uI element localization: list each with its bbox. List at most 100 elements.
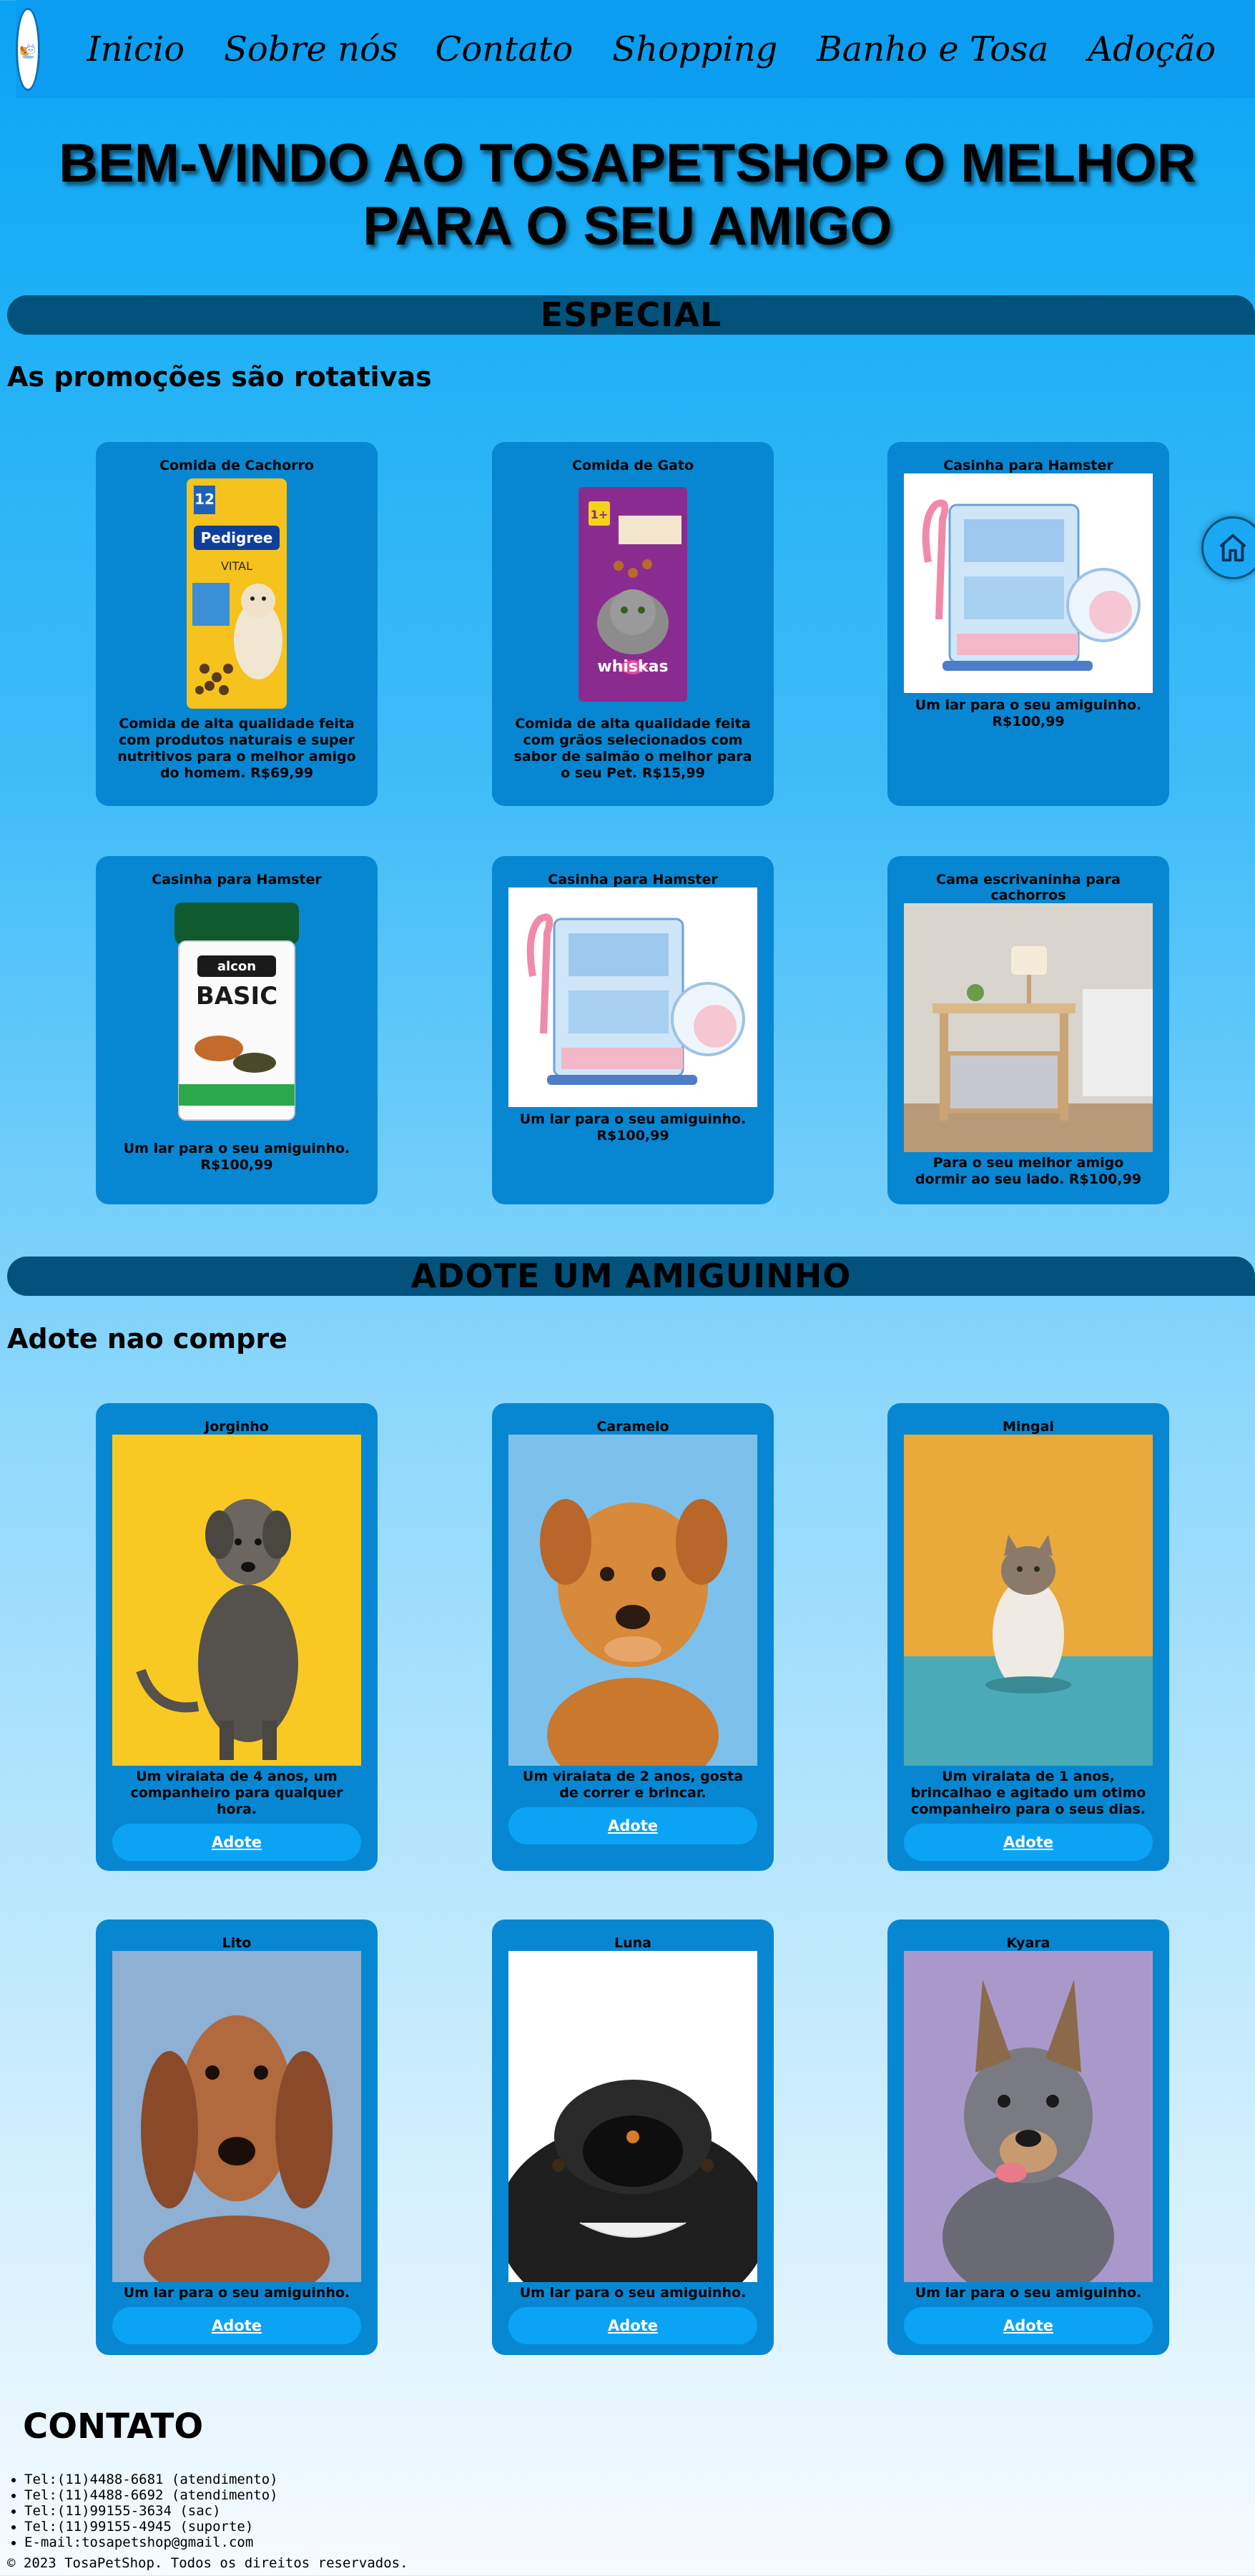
pet-card[interactable]: Lito Um lar para o seu amiguinho. Adote bbox=[96, 1919, 378, 2355]
product-title: Casinha para Hamster bbox=[152, 872, 322, 888]
cat-photo-icon bbox=[904, 1535, 1153, 1766]
pet-photo bbox=[508, 1435, 757, 1766]
adopt-button[interactable]: Adote bbox=[904, 2307, 1153, 2344]
product-card[interactable]: Comida de Gato 1+ whiskas Comida de alta… bbox=[492, 442, 774, 806]
product-card[interactable]: Casinha para Hamster alcon BASIC Um lar … bbox=[96, 856, 378, 1204]
pet-name: Jorginho bbox=[205, 1419, 269, 1435]
dog-photo-icon bbox=[540, 1499, 727, 1766]
hamster-cage-icon bbox=[922, 499, 1141, 671]
product-image bbox=[904, 473, 1153, 693]
product-description: Um lar para o seu amiguinho. R$100,99 bbox=[519, 1111, 747, 1144]
nav-links: Inicio Sobre nós Contato Shopping Banho … bbox=[87, 29, 1255, 69]
pet-card[interactable]: Jorginho Um viralata de 4 anos, um compa… bbox=[96, 1403, 378, 1871]
pet-photo bbox=[904, 1435, 1153, 1766]
pet-card[interactable]: Luna Um lar para o seu amiguinho. Adote bbox=[492, 1919, 774, 2355]
product-card[interactable]: Comida de Cachorro 12 Pedigree VITAL Com… bbox=[96, 442, 378, 806]
product-description: Para o seu melhor amigo dormir ao seu la… bbox=[915, 1155, 1142, 1187]
whiskas-bag-icon: 1+ whiskas bbox=[579, 486, 687, 702]
dog-photo-icon bbox=[943, 1980, 1114, 2282]
adopt-button[interactable]: Adote bbox=[904, 1824, 1153, 1861]
footer-copyright: © 2023 TosaPetShop. Todos os direitos re… bbox=[7, 2555, 408, 2571]
nav-link-shopping[interactable]: Shopping bbox=[612, 29, 777, 69]
contact-item: Tel:(11)99155-4945 (suporte) bbox=[24, 2519, 278, 2535]
nav-link-adocao[interactable]: Adoção bbox=[1088, 29, 1216, 69]
product-title: Comida de Cachorro bbox=[159, 458, 314, 473]
contact-email[interactable]: E-mail:tosapetshop@gmail.com bbox=[24, 2535, 278, 2550]
special-section-bar: ESPECIAL bbox=[7, 295, 1255, 335]
svg-text:Pedigree: Pedigree bbox=[201, 529, 273, 546]
pet-photo bbox=[508, 1951, 757, 2282]
product-image bbox=[508, 888, 757, 1107]
pet-name: Luna bbox=[614, 1935, 651, 1951]
petshop-logo[interactable] bbox=[16, 7, 40, 91]
home-icon bbox=[1219, 534, 1246, 562]
product-title: Casinha para Hamster bbox=[943, 458, 1113, 473]
pet-description: Um viralata de 2 anos, gosta de correr e… bbox=[522, 1769, 744, 1801]
contact-heading: CONTATO bbox=[23, 2407, 204, 2447]
pet-description: Um lar para o seu amiguinho. bbox=[915, 2285, 1142, 2301]
dog-photo-icon bbox=[141, 2015, 333, 2282]
svg-text:whiskas: whiskas bbox=[597, 658, 668, 676]
product-card[interactable]: Cama escrivaninha para cachorros Para o … bbox=[887, 856, 1169, 1204]
product-card[interactable]: Casinha para Hamster Um lar para o seu a… bbox=[492, 856, 774, 1204]
pet-description: Um lar para o seu amiguinho. bbox=[519, 2285, 747, 2301]
pet-description: Um viralata de 4 anos, um companheiro pa… bbox=[130, 1769, 343, 1817]
pet-photo bbox=[904, 1951, 1153, 2282]
product-description: Comida de alta qualidade feita com produ… bbox=[117, 716, 356, 781]
contact-item: Tel:(11)4488-6681 (atendimento) bbox=[24, 2472, 278, 2487]
pedigree-bag-icon: 12 Pedigree VITAL bbox=[187, 478, 287, 709]
contact-item: Tel:(11)4488-6692 (atendimento) bbox=[24, 2487, 278, 2503]
nav-link-sobre-nos[interactable]: Sobre nós bbox=[224, 29, 398, 69]
pet-card[interactable]: Mingal Um viralata de 1 anos, brincalhao… bbox=[887, 1403, 1169, 1871]
logo-cat-dog-icon bbox=[18, 39, 38, 59]
hero-title: BEM-VINDO AO TOSAPETSHOP O MELHOR PARA O… bbox=[0, 132, 1255, 258]
svg-text:alcon: alcon bbox=[217, 959, 256, 974]
product-image: alcon BASIC bbox=[112, 888, 361, 1138]
adopt-button[interactable]: Adote bbox=[508, 1807, 757, 1844]
pet-description: Um lar para o seu amiguinho. bbox=[123, 2285, 350, 2301]
product-image: 12 Pedigree VITAL bbox=[112, 473, 361, 713]
pet-description: Um viralata de 1 anos, brincalhao e agit… bbox=[910, 1769, 1146, 1817]
adopt-button[interactable]: Adote bbox=[112, 2307, 361, 2344]
pet-name: Mingal bbox=[1003, 1419, 1054, 1435]
svg-text:VITAL: VITAL bbox=[221, 559, 252, 573]
product-description: Comida de alta qualidade feita com grãos… bbox=[513, 716, 752, 781]
pet-name: Caramelo bbox=[596, 1419, 669, 1435]
special-heading: ESPECIAL bbox=[540, 295, 722, 334]
product-title: Casinha para Hamster bbox=[548, 872, 718, 888]
pet-photo bbox=[112, 1951, 361, 2282]
adopt-subtitle: Adote nao compre bbox=[7, 1323, 287, 1355]
dog-photo-icon bbox=[136, 1499, 298, 1760]
hero-title-line1: BEM-VINDO AO TOSAPETSHOP O MELHOR bbox=[59, 133, 1196, 194]
pet-name: Lito bbox=[222, 1935, 252, 1951]
top-navbar: Inicio Sobre nós Contato Shopping Banho … bbox=[16, 0, 1255, 98]
product-image bbox=[904, 903, 1153, 1152]
pet-name: Kyara bbox=[1006, 1935, 1050, 1951]
contact-list: Tel:(11)4488-6681 (atendimento) Tel:(11)… bbox=[24, 2472, 278, 2550]
fish-food-jar-icon: alcon BASIC bbox=[174, 903, 299, 1121]
product-image: 1+ whiskas bbox=[508, 473, 757, 713]
nav-link-banho-e-tosa[interactable]: Banho e Tosa bbox=[817, 29, 1048, 69]
pet-card[interactable]: Kyara Um lar para o seu amiguinho. Adote bbox=[887, 1919, 1169, 2355]
nav-link-inicio[interactable]: Inicio bbox=[87, 29, 184, 69]
dog-bed-desk-icon bbox=[904, 903, 1153, 1152]
nav-link-contato[interactable]: Contato bbox=[435, 29, 574, 69]
contact-item: Tel:(11)99155-3634 (sac) bbox=[24, 2503, 278, 2519]
pet-photo bbox=[112, 1435, 361, 1766]
special-subtitle: As promoções são rotativas bbox=[7, 361, 432, 393]
product-description: Um lar para o seu amiguinho. R$100,99 bbox=[915, 697, 1142, 729]
svg-text:12: 12 bbox=[195, 491, 215, 508]
adopt-section-bar: ADOTE UM AMIGUINHO bbox=[7, 1257, 1255, 1296]
hamster-cage-icon bbox=[526, 913, 745, 1085]
hero-title-line2: PARA O SEU AMIGO bbox=[363, 196, 892, 257]
svg-text:1+: 1+ bbox=[591, 508, 609, 521]
adopt-button[interactable]: Adote bbox=[508, 2307, 757, 2344]
pet-card[interactable]: Caramelo Um viralata de 2 anos, gosta de… bbox=[492, 1403, 774, 1871]
dog-photo-icon bbox=[508, 2080, 757, 2282]
product-title: Comida de Gato bbox=[572, 458, 694, 473]
home-button[interactable] bbox=[1201, 516, 1255, 579]
adopt-button[interactable]: Adote bbox=[112, 1824, 361, 1861]
product-title: Cama escrivaninha para cachorros bbox=[936, 872, 1121, 903]
product-card[interactable]: Casinha para Hamster Um lar para o seu a… bbox=[887, 442, 1169, 806]
svg-text:BASIC: BASIC bbox=[196, 982, 277, 1011]
